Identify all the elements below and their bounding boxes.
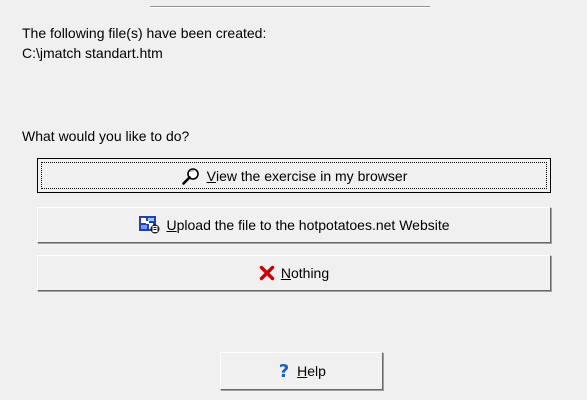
upload-label-rest: pload the file to the hotpotatoes.net We…	[176, 217, 450, 233]
red-x-icon	[259, 265, 275, 281]
action-prompt-label: What would you like to do?	[22, 128, 190, 144]
nothing-mnemonic: N	[280, 265, 291, 281]
nothing-button-label: Nothing	[281, 265, 329, 281]
hotpotatoes-web-icon	[138, 215, 160, 235]
upload-button-label: Upload the file to the hotpotatoes.net W…	[166, 217, 449, 233]
help-button-label: Help	[297, 363, 326, 379]
created-file-path: C:\jmatch standart.htm	[22, 45, 163, 61]
upload-to-hotpotatoes-button[interactable]: Upload the file to the hotpotatoes.net W…	[37, 207, 551, 243]
top-edge-divider	[0, 0, 587, 8]
nothing-label-rest: othing	[290, 265, 330, 281]
upload-mnemonic: U	[166, 217, 177, 233]
view-in-browser-button[interactable]: View the exercise in my browser	[37, 158, 551, 193]
magnifier-icon	[181, 167, 201, 185]
created-files-label: The following file(s) have been created:	[22, 25, 267, 41]
nothing-button[interactable]: Nothing	[37, 255, 551, 291]
help-button[interactable]: ? Help	[220, 352, 383, 390]
view-label-rest: iew the exercise in my browser	[215, 167, 408, 184]
help-mnemonic: H	[297, 363, 308, 379]
view-button-label: View the exercise in my browser	[207, 168, 408, 184]
help-label-rest: elp	[307, 363, 326, 379]
file-created-dialog: The following file(s) have been created:…	[0, 0, 587, 400]
help-question-icon: ?	[277, 362, 291, 380]
divider-highlight	[150, 7, 430, 8]
view-mnemonic: V	[206, 167, 216, 184]
svg-text:?: ?	[279, 362, 289, 380]
